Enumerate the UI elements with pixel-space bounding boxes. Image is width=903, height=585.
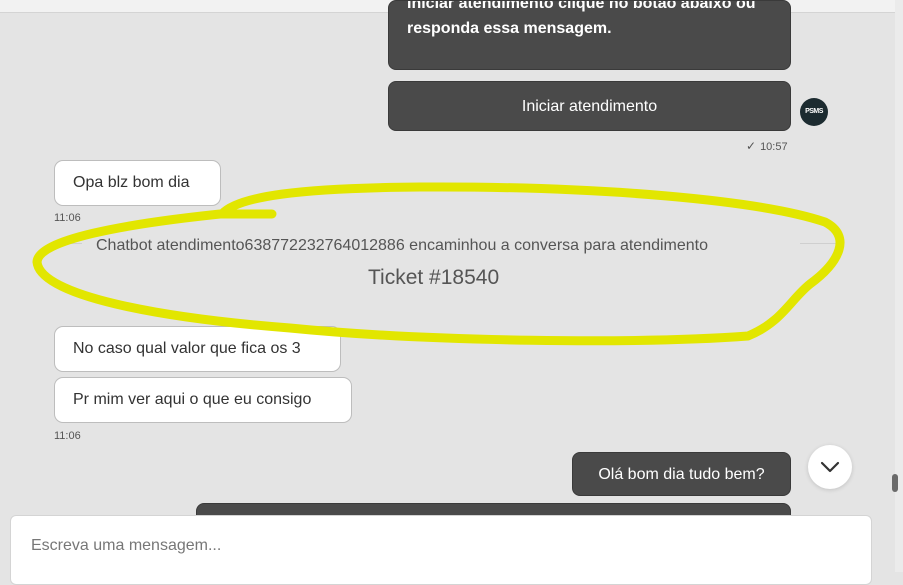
scrollbar-thumb[interactable] xyxy=(892,474,898,492)
incoming-message: Opa blz bom dia xyxy=(54,160,221,206)
incoming-message: No caso qual valor que fica os 3 xyxy=(54,326,341,372)
message-composer xyxy=(10,515,872,585)
avatar: PSMS xyxy=(800,98,828,126)
sent-status: ✓ 10:57 xyxy=(746,139,788,153)
check-icon: ✓ xyxy=(746,139,757,153)
divider-left xyxy=(54,243,82,244)
scroll-to-bottom-button[interactable] xyxy=(808,445,852,489)
bot-message-line-1: Iniciar atendimento clique no botão abai… xyxy=(407,0,756,12)
ticket-number: Ticket #18540 xyxy=(368,266,500,289)
bot-message-line-2: responda essa mensagem. xyxy=(407,20,612,37)
message-input[interactable] xyxy=(29,534,833,558)
message-time: 11:06 xyxy=(54,212,81,224)
chevron-down-icon xyxy=(820,461,840,473)
sent-time: 10:57 xyxy=(760,141,788,153)
message-time: 11:06 xyxy=(54,430,81,442)
outgoing-message: Olá bom dia tudo bem? xyxy=(572,452,791,496)
incoming-message: Pr mim ver aqui o que eu consigo xyxy=(54,377,352,423)
start-service-button[interactable]: Iniciar atendimento xyxy=(388,81,791,131)
system-notice: Chatbot atendimento638772232764012886 en… xyxy=(96,237,709,254)
divider-right xyxy=(800,243,840,244)
bot-message-bubble: Iniciar atendimento clique no botão abai… xyxy=(388,0,791,70)
